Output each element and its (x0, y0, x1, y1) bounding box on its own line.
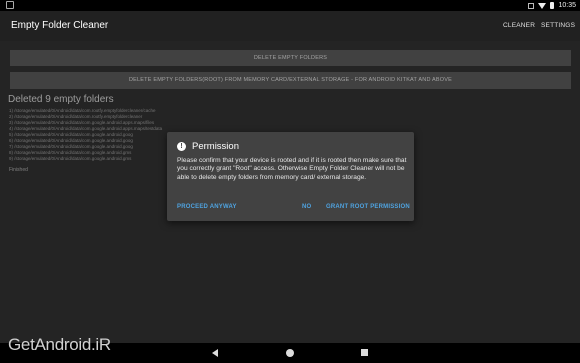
grant-root-permission-button[interactable]: GRANT ROOT PERMISSION (326, 204, 410, 210)
dialog-header: ! Permission (177, 141, 239, 152)
wifi-icon (538, 2, 547, 9)
menu-cleaner[interactable]: CLEANER (503, 22, 535, 29)
status-time: 10:35 (558, 2, 576, 9)
screenshot-icon (6, 1, 14, 9)
home-icon[interactable] (286, 349, 294, 357)
permission-dialog: ! Permission Please confirm that your de… (167, 132, 414, 221)
proceed-anyway-button[interactable]: PROCEED ANYWAY (177, 204, 237, 210)
action-bar: Empty Folder Cleaner CLEANER SETTINGS (0, 11, 580, 41)
no-button[interactable]: NO (302, 204, 311, 210)
back-icon[interactable] (212, 349, 218, 357)
watermark: GetAndroid.iR (8, 335, 111, 354)
warning-icon: ! (177, 142, 186, 151)
dialog-title: Permission (192, 141, 239, 152)
menu-settings[interactable]: SETTINGS (541, 22, 575, 29)
dialog-message: Please confirm that your device is roote… (177, 157, 407, 181)
status-bar: 10:35 (0, 0, 580, 11)
recents-icon[interactable] (361, 349, 368, 356)
sim-icon (528, 2, 535, 9)
status-icons: 10:35 (528, 0, 576, 11)
app-title: Empty Folder Cleaner (11, 20, 109, 31)
battery-icon (550, 2, 555, 9)
